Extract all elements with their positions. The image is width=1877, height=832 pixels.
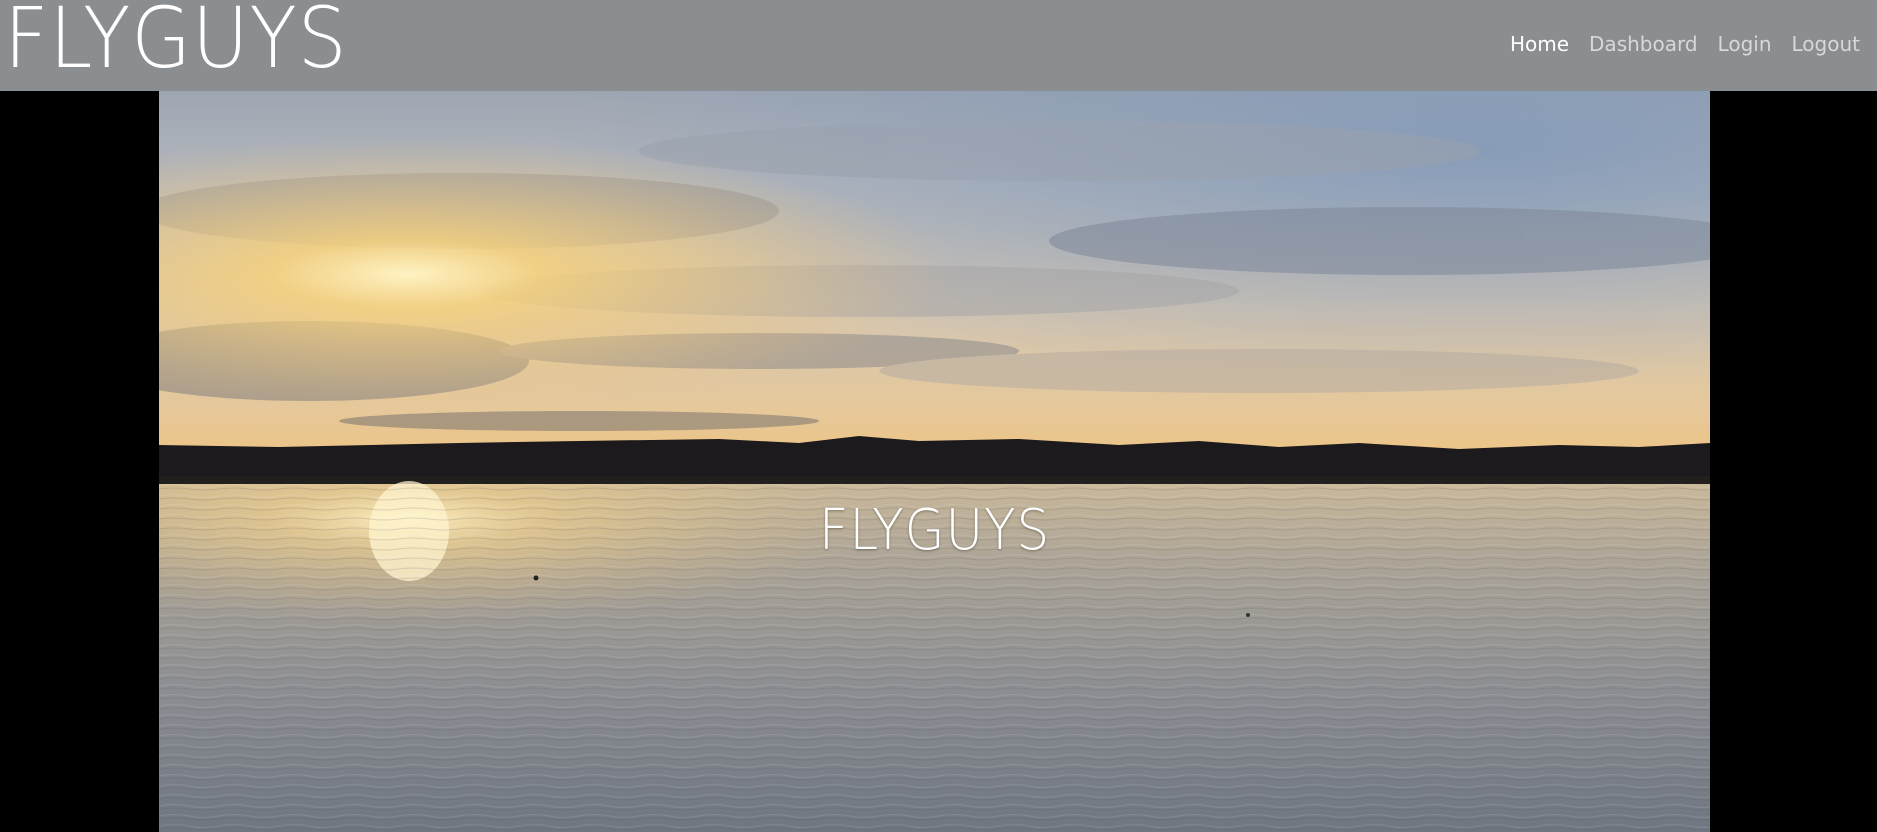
hero-title: FLYGUYS — [818, 498, 1051, 563]
hero-video[interactable]: FLYGUYS — [159, 91, 1710, 832]
nav-link-home[interactable]: Home — [1510, 32, 1569, 56]
left-letterbox — [0, 91, 159, 832]
sunset-lake-scene — [159, 91, 1710, 832]
nav-links: Home Dashboard Login Logout — [1510, 32, 1860, 56]
nav-link-dashboard[interactable]: Dashboard — [1589, 32, 1698, 56]
right-letterbox — [1710, 91, 1877, 832]
top-navbar: FLYGUYS Home Dashboard Login Logout — [0, 0, 1877, 91]
brand-logo[interactable]: FLYGUYS — [4, 0, 348, 80]
nav-link-logout[interactable]: Logout — [1792, 32, 1860, 56]
nav-link-login[interactable]: Login — [1718, 32, 1772, 56]
